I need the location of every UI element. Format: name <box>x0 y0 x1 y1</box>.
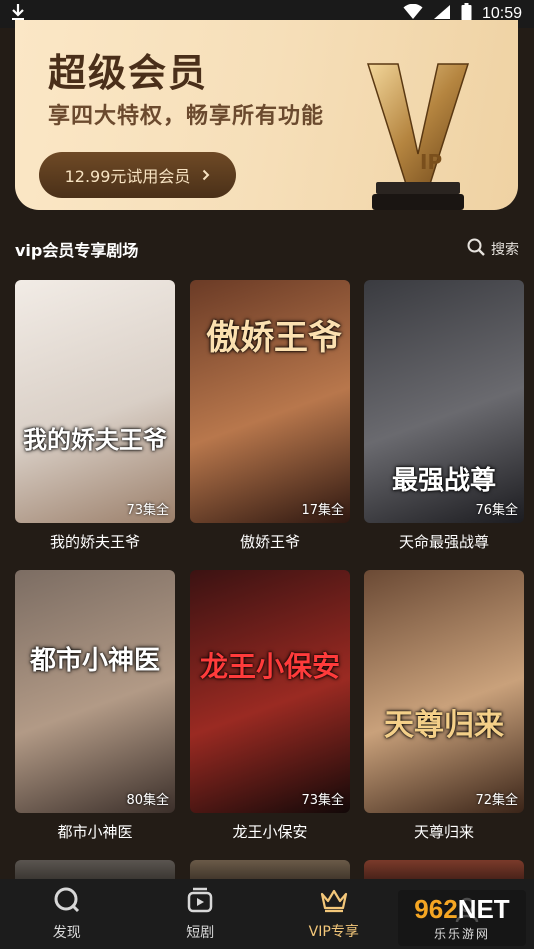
episode-count: 73集全 <box>126 503 169 518</box>
drama-card[interactable]: 我的娇夫王爷 73集全 我的娇夫王爷 <box>15 280 175 552</box>
discover-icon <box>53 886 81 918</box>
drama-title: 都市小神医 <box>57 823 133 841</box>
banner-subtitle: 享四大特权，畅享所有功能 <box>48 104 325 129</box>
search-icon <box>467 238 485 260</box>
vip-banner[interactable]: 超级会员 享四大特权，畅享所有功能 12.99元试用会员 IP <box>15 20 518 210</box>
tab-label: VIP专享 <box>308 924 359 940</box>
short-drama-icon <box>186 886 214 918</box>
drama-title: 我的娇夫王爷 <box>49 533 140 551</box>
tab-label: 短剧 <box>186 925 215 941</box>
section-header: vip会员专享剧场 搜索 <box>15 232 519 266</box>
drama-poster: 我的娇夫王爷 73集全 <box>15 280 175 523</box>
drama-title: 天命最强战尊 <box>398 533 489 551</box>
site-watermark: 962NET 乐乐游网 <box>398 890 526 946</box>
drama-card[interactable]: 都市小神医 80集全 都市小神医 <box>15 570 175 842</box>
poster-title: 最强战尊 <box>391 466 496 496</box>
trial-button-label: 12.99元试用会员 <box>64 167 191 186</box>
drama-poster: 傲娇王爷 17集全 <box>190 280 350 523</box>
drama-poster: 天尊归来 72集全 <box>364 570 524 813</box>
crown-icon <box>319 887 349 917</box>
poster-title: 傲娇王爷 <box>206 318 342 358</box>
search-button[interactable]: 搜索 <box>467 238 519 260</box>
drama-title: 傲娇王爷 <box>239 533 300 551</box>
tab-label: 发现 <box>52 925 81 941</box>
drama-poster: 最强战尊 76集全 <box>364 280 524 523</box>
poster-title: 龙王小保安 <box>199 650 340 683</box>
episode-count: 80集全 <box>126 793 169 808</box>
search-label: 搜索 <box>491 242 519 258</box>
watermark-number: 962NET <box>414 894 510 924</box>
episode-count: 76集全 <box>475 503 518 518</box>
poster-title: 我的娇夫王爷 <box>23 425 167 454</box>
poster-title: 天尊归来 <box>384 708 504 743</box>
watermark-subtitle: 乐乐游网 <box>433 927 490 941</box>
poster-title: 都市小神医 <box>29 646 160 676</box>
drama-title: 龙王小保安 <box>232 823 308 841</box>
trial-membership-button[interactable]: 12.99元试用会员 <box>39 152 236 198</box>
drama-poster: 龙王小保安 73集全 <box>190 570 350 813</box>
tab-short-drama[interactable]: 短剧 <box>134 879 268 949</box>
vip-trophy-icon: IP <box>358 44 478 210</box>
chevron-right-icon <box>202 166 210 185</box>
drama-poster: 都市小神医 80集全 <box>15 570 175 813</box>
episode-count: 73集全 <box>301 793 344 808</box>
banner-title: 超级会员 <box>48 51 209 95</box>
drama-card[interactable]: 天尊归来 72集全 天尊归来 <box>364 570 524 842</box>
svg-text:IP: IP <box>420 150 442 174</box>
drama-card[interactable]: 最强战尊 76集全 天命最强战尊 <box>364 280 524 552</box>
episode-count: 72集全 <box>475 793 518 808</box>
drama-card[interactable]: 傲娇王爷 17集全 傲娇王爷 <box>190 280 350 552</box>
section-title: vip会员专享剧场 <box>15 241 139 260</box>
episode-count: 17集全 <box>301 503 344 518</box>
tab-discover[interactable]: 发现 <box>0 879 134 949</box>
drama-card[interactable]: 龙王小保安 73集全 龙王小保安 <box>190 570 350 842</box>
tab-vip[interactable]: VIP专享 <box>267 879 401 949</box>
drama-title: 天尊归来 <box>413 823 474 841</box>
